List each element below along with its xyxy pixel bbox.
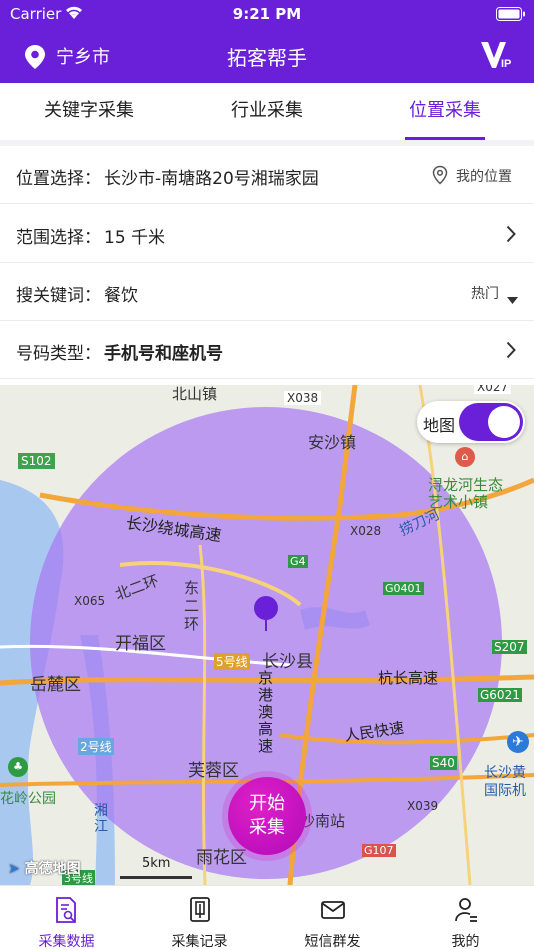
map-label: 2号线 xyxy=(78,738,114,755)
bottom-tab-profile[interactable]: 我的 xyxy=(399,886,532,950)
nav-bar: 宁乡市 拓客帮手 IP xyxy=(0,28,534,83)
map-toggle[interactable]: 地图 xyxy=(417,401,525,443)
my-location-button[interactable]: 我的位置 xyxy=(456,166,512,186)
map-label: 艺术小镇 xyxy=(428,493,489,511)
battery-icon xyxy=(496,7,526,25)
map-label: 杭长高速 xyxy=(378,669,439,687)
vip-badge-icon[interactable]: IP xyxy=(480,40,514,74)
svg-text:IP: IP xyxy=(501,58,511,70)
phone-type-row[interactable]: 号码类型： 手机号和座机号 xyxy=(0,321,534,379)
location-row[interactable]: 位置选择： 长沙市-南塘路20号湘瑞家园 我的位置 xyxy=(0,146,534,204)
map-label: 国际机 xyxy=(484,783,526,799)
bottom-tab-collect-data[interactable]: 采集数据 xyxy=(0,886,133,950)
map-label: 湘江 xyxy=(94,803,108,835)
map-label: X027 xyxy=(474,385,512,394)
range-label: 范围选择： xyxy=(16,228,101,248)
map-label: 北山镇 xyxy=(172,385,218,403)
poi-icon: ⌂ xyxy=(455,447,475,467)
record-book-icon xyxy=(187,896,213,928)
location-pin-icon[interactable] xyxy=(24,44,46,74)
map-toggle-label: 地图 xyxy=(423,416,456,435)
map-label: G6021 xyxy=(478,688,522,702)
map-label: G107 xyxy=(362,844,396,857)
tab-keyword[interactable]: 关键字采集 xyxy=(0,83,178,140)
map-label: G0401 xyxy=(383,582,424,595)
tab-keyword-label: 关键字采集 xyxy=(44,100,134,121)
envelope-icon xyxy=(320,896,346,928)
scale-bar xyxy=(120,876,192,879)
map-label: X065 xyxy=(74,594,106,608)
start-collect-line1: 开始 xyxy=(249,793,285,814)
map-label: 京港澳高速 xyxy=(258,669,274,755)
city-selector[interactable]: 宁乡市 xyxy=(56,43,110,69)
map-provider-logo: ➤ 高德地图 xyxy=(8,858,81,878)
bottom-tab-label: 短信群发 xyxy=(304,934,361,950)
map-label: 长沙黄 xyxy=(484,765,526,781)
map-label: 岳麓区 xyxy=(30,675,81,695)
chevron-right-icon xyxy=(506,341,516,364)
keyword-row[interactable]: 搜关键词： 餐饮 热门 xyxy=(0,263,534,321)
map-label: S102 xyxy=(18,453,55,469)
location-label: 位置选择： xyxy=(16,169,101,189)
bottom-tab-collect-records[interactable]: 采集记录 xyxy=(133,886,266,950)
map-label: 5号线 xyxy=(214,653,250,670)
tab-industry[interactable]: 行业采集 xyxy=(178,83,356,140)
selected-location-marker xyxy=(254,596,278,620)
park-icon: ♣ xyxy=(8,757,28,777)
bottom-tab-bar: 采集数据 采集记录 短信群发 我的 xyxy=(0,885,534,950)
keyword-value: 餐饮 xyxy=(104,286,138,306)
keyword-label: 搜关键词： xyxy=(16,286,101,306)
bottom-tab-label: 我的 xyxy=(451,934,480,950)
location-value: 长沙市-南塘路20号湘瑞家园 xyxy=(104,169,319,189)
map-label: S40 xyxy=(430,756,457,770)
map-label: 雨花区 xyxy=(196,848,247,868)
map-label: 花岭公园 xyxy=(0,791,56,807)
map-label: S207 xyxy=(492,640,527,654)
phone-type-label: 号码类型： xyxy=(16,344,101,364)
clock: 9:21 PM xyxy=(232,5,302,23)
map-label: 开福区 xyxy=(115,634,166,654)
map-label: G4 xyxy=(288,555,308,568)
map-toggle-switch[interactable] xyxy=(459,403,523,441)
user-icon xyxy=(453,896,479,928)
document-search-icon xyxy=(54,896,80,928)
chevron-right-icon xyxy=(506,225,516,248)
map-label: 东二环 xyxy=(184,579,200,633)
map-label: 安沙镇 xyxy=(308,433,357,452)
tab-industry-label: 行业采集 xyxy=(231,100,303,121)
start-collect-button[interactable]: 开始 采集 xyxy=(228,777,306,855)
range-value: 15 千米 xyxy=(104,228,166,248)
bottom-tab-label: 采集记录 xyxy=(171,934,228,950)
caret-down-icon[interactable] xyxy=(507,289,518,309)
start-collect-line2: 采集 xyxy=(249,817,285,838)
airport-icon: ✈ xyxy=(507,731,529,753)
map-label: X038 xyxy=(284,391,322,405)
map-label: 芙蓉区 xyxy=(188,761,239,781)
pin-outline-icon[interactable] xyxy=(432,165,448,190)
bottom-tab-label: 采集数据 xyxy=(38,934,95,950)
map-label: 沙南站 xyxy=(300,812,346,830)
tab-location[interactable]: 位置采集 xyxy=(356,83,534,140)
collection-tabs: 关键字采集 行业采集 位置采集 xyxy=(0,83,534,140)
map-scale-label: 5km xyxy=(142,856,171,871)
toggle-knob xyxy=(488,406,520,438)
map-label: X039 xyxy=(407,799,439,813)
navigation-arrow-icon: ➤ xyxy=(8,861,20,877)
tab-location-label: 位置采集 xyxy=(409,100,481,121)
map-label: X028 xyxy=(350,524,382,538)
phone-type-value: 手机号和座机号 xyxy=(104,344,223,364)
hot-keywords-dropdown[interactable]: 热门 xyxy=(471,283,499,303)
status-bar: Carrier 9:21 PM xyxy=(0,0,534,28)
bottom-tab-sms[interactable]: 短信群发 xyxy=(266,886,399,950)
range-row[interactable]: 范围选择： 15 千米 xyxy=(0,205,534,263)
map-provider-label: 高德地图 xyxy=(24,861,81,877)
